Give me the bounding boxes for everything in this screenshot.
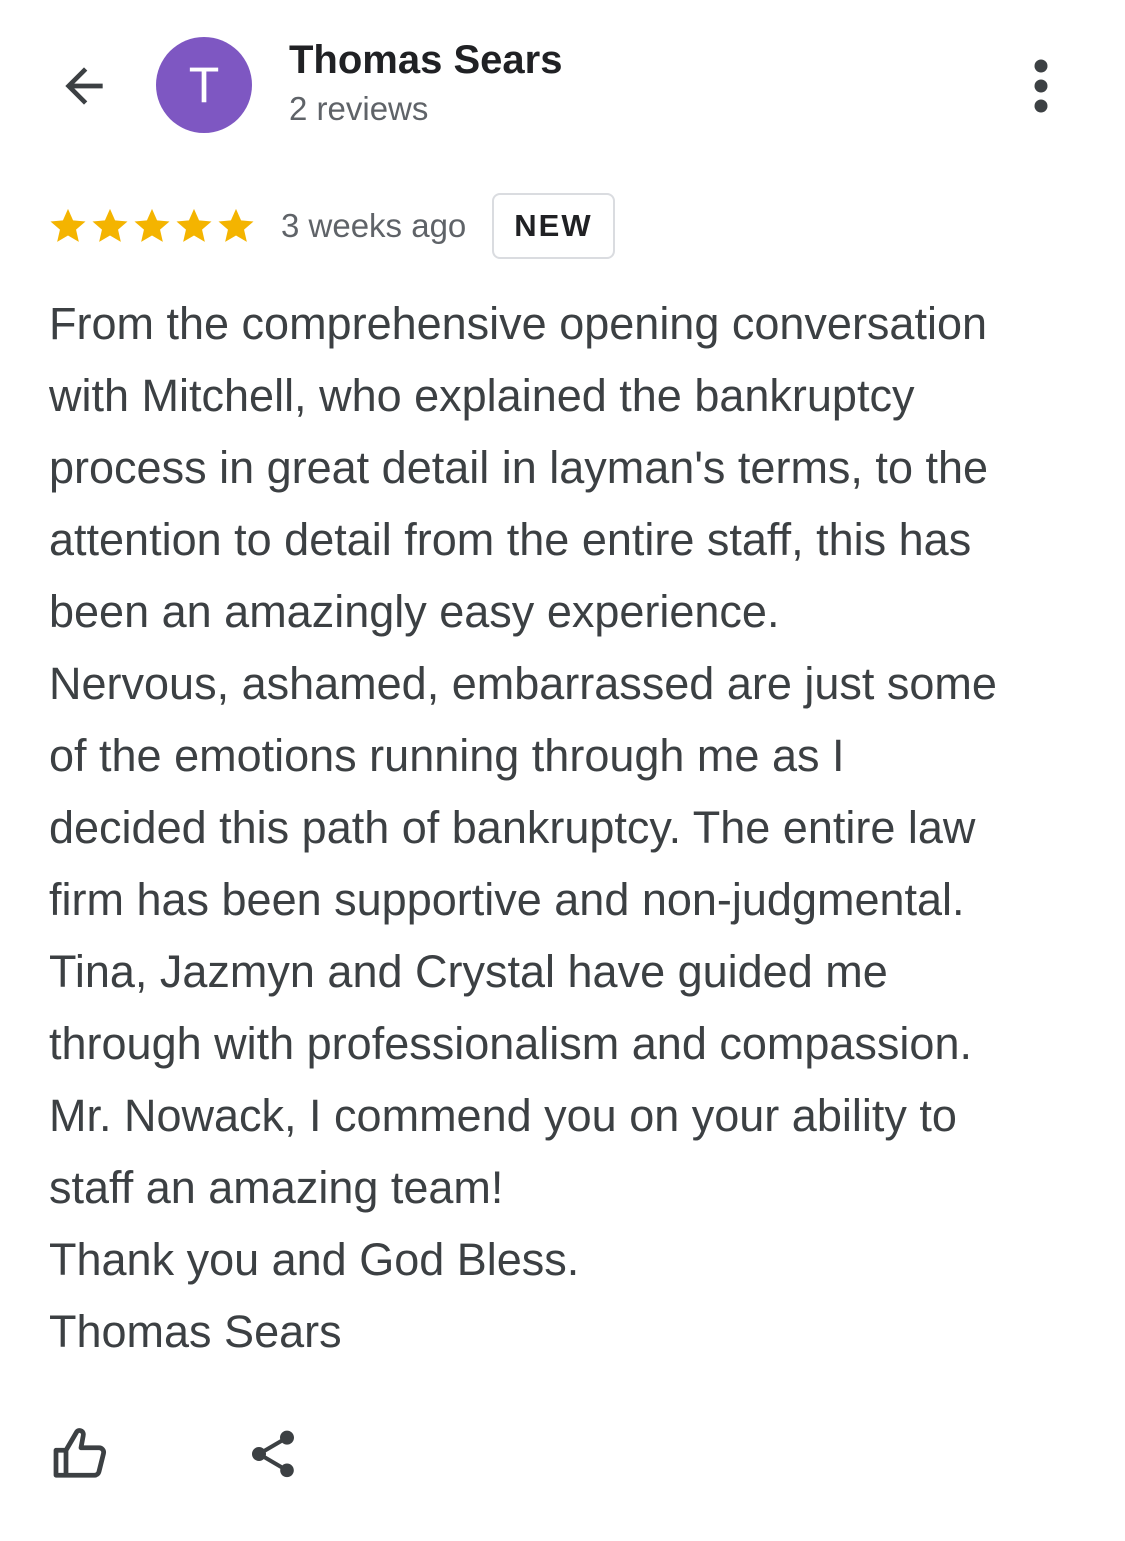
star-rating [47, 205, 257, 247]
review-text: From the comprehensive opening conversat… [49, 288, 1089, 1368]
more-vert-icon [1034, 59, 1048, 113]
star-icon [176, 208, 212, 242]
star-icon [92, 208, 128, 242]
like-button[interactable] [47, 1420, 115, 1488]
review-line: Tina, Jazmyn and Crystal have guided me [49, 946, 888, 997]
author-name[interactable]: Thomas Sears [289, 38, 562, 83]
arrow-back-icon [65, 67, 103, 105]
review-line: through with professionalism and compass… [49, 1018, 972, 1069]
review-line: been an amazingly easy experience. [49, 586, 780, 637]
review-line: firm has been supportive and non-judgmen… [49, 874, 965, 925]
more-options-button[interactable] [1012, 54, 1070, 118]
review-actions [47, 1420, 307, 1488]
thumbs-up-icon [53, 1428, 107, 1478]
review-line: Nervous, ashamed, embarrassed are just s… [49, 658, 997, 709]
avatar-letter: T [188, 57, 220, 113]
review-line: with Mitchell, who explained the bankrup… [49, 370, 915, 421]
review-line: Thank you and God Bless. [49, 1234, 580, 1285]
review-count: 2 reviews [289, 90, 429, 127]
rating-row: 3 weeks ago NEW [47, 193, 615, 259]
review-line: From the comprehensive opening conversat… [49, 298, 988, 349]
review-line: staff an amazing team! [49, 1162, 504, 1213]
review-time: 3 weeks ago [281, 207, 467, 244]
review-line: of the emotions running through me as I [49, 730, 845, 781]
avatar[interactable]: T [156, 37, 252, 133]
star-icon [50, 208, 86, 242]
review-line: process in great detail in layman's term… [49, 442, 989, 493]
star-icon [218, 208, 254, 242]
review-line: Mr. Nowack, I commend you on your abilit… [49, 1090, 957, 1141]
review-header: T Thomas Sears 2 reviews [0, 0, 1125, 170]
star-icon [134, 208, 170, 242]
new-badge: NEW [492, 193, 615, 259]
back-button[interactable] [50, 52, 118, 120]
review-line: attention to detail from the entire staf… [49, 514, 972, 565]
share-button[interactable] [239, 1420, 307, 1488]
review-line: Thomas Sears [49, 1306, 342, 1357]
share-icon [252, 1430, 294, 1478]
review-line: decided this path of bankruptcy. The ent… [49, 802, 976, 853]
new-badge-label: NEW [514, 208, 593, 243]
